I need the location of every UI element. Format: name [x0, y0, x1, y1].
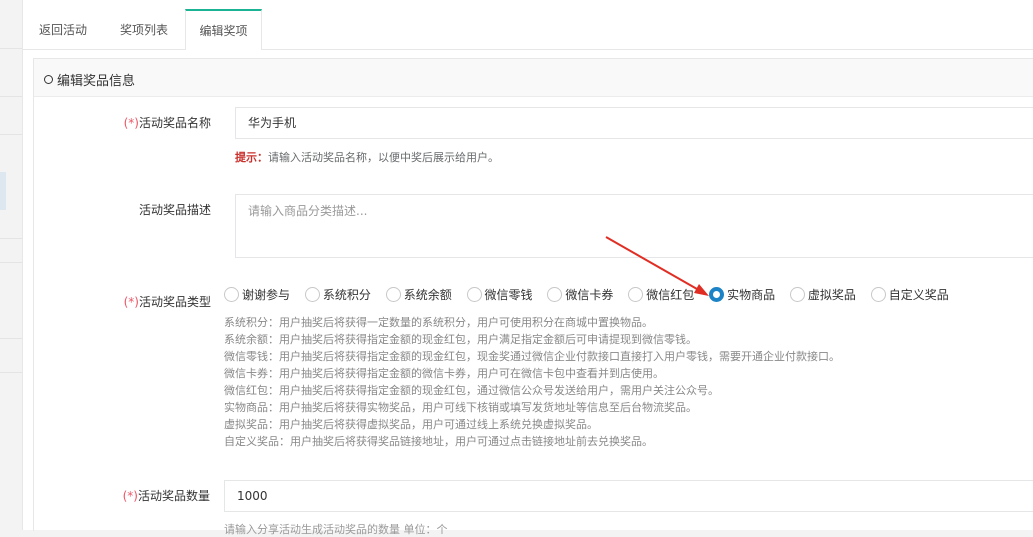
type-description-line: 微信零钱：用户抽奖后将获得指定金额的现金红包，现金奖通过微信企业付款接口直接打入… [224, 350, 840, 363]
prize-description-textarea[interactable]: 请输入商品分类描述... [235, 194, 1033, 258]
radio-icon [628, 287, 644, 302]
radio-icon [224, 287, 239, 302]
prize-name-label: (*)活动奖品名称 [124, 114, 211, 131]
radio-wechat-redpacket[interactable]: 微信红包 [628, 286, 694, 303]
prize-name-input[interactable]: 华为手机 [235, 107, 1033, 139]
tab-prize-list[interactable]: 奖项列表 [103, 9, 185, 49]
type-description-line: 自定义奖品：用户抽奖后将获得奖品链接地址，用户可通过点击链接地址前去兑换奖品。 [224, 435, 653, 448]
type-description-line: 微信红包：用户抽奖后将获得指定金额的现金红包，通过微信公众号发送给用户，需用户关… [224, 384, 719, 397]
sidebar-divider [0, 372, 22, 373]
type-description-line: 实物商品：用户抽奖后将获得实物奖品，用户可线下核销或填写发货地址等信息至后台物流… [224, 401, 697, 414]
sidebar-divider [0, 96, 22, 97]
required-mark: (*) [123, 295, 139, 309]
sidebar-divider [0, 262, 22, 263]
type-description-line: 虚拟奖品：用户抽奖后将获得虚拟奖品，用户可通过线上系统兑换虚拟奖品。 [224, 418, 598, 431]
radio-label: 系统余额 [403, 288, 452, 302]
prize-name-hint: 提示：请输入活动奖品名称，以便中奖后展示给用户。 [235, 149, 499, 165]
prize-name-label-text: 活动奖品名称 [138, 116, 211, 130]
sidebar-divider [0, 134, 22, 135]
tab-bar: 返回活动 奖项列表 编辑奖项 [23, 9, 1033, 50]
description-label-wrap: 活动奖品描述 [34, 201, 211, 217]
radio-icon [385, 287, 401, 302]
sidebar-divider [0, 338, 22, 339]
section-title-text: 编辑奖品信息 [57, 74, 136, 89]
name-label-wrap: (*)活动奖品名称 [34, 114, 211, 130]
radio-label: 实物商品 [727, 288, 776, 302]
prize-type-label-text: 活动奖品类型 [138, 295, 211, 309]
radio-icon [466, 287, 482, 302]
circle-icon [44, 75, 53, 84]
radio-virtual-prize[interactable]: 虚拟奖品 [789, 286, 856, 303]
radio-label: 谢谢参与 [242, 288, 291, 302]
prize-type-descriptions: 系统积分：用户抽奖后将获得一定数量的系统积分，用户可使用积分在商城中置换物品。 … [224, 314, 840, 450]
required-mark: (*) [122, 489, 138, 503]
quantity-label-wrap: (*)活动奖品数量 [33, 487, 210, 503]
radio-wechat-coupon[interactable]: 微信卡券 [547, 286, 613, 303]
prize-type-label: (*)活动奖品类型 [124, 293, 211, 310]
sidebar-divider [0, 48, 22, 49]
radio-label: 系统积分 [322, 288, 371, 302]
radio-icon [870, 287, 886, 302]
type-description-line: 系统积分：用户抽奖后将获得一定数量的系统积分，用户可使用积分在商城中置换物品。 [224, 316, 653, 329]
radio-label: 自定义奖品 [888, 288, 949, 302]
left-sidebar-edge [0, 0, 22, 530]
type-description-line: 微信卡券：用户抽奖后将获得指定金额的微信卡券，用户可在微信卡包中查看并到店使用。 [224, 367, 664, 380]
radio-icon [304, 287, 320, 302]
prize-description-label: 活动奖品描述 [138, 203, 211, 217]
radio-label: 虚拟奖品 [807, 288, 856, 302]
radio-icon [789, 287, 805, 302]
radio-custom-prize[interactable]: 自定义奖品 [870, 286, 949, 303]
radio-label: 微信红包 [646, 288, 695, 302]
prize-quantity-input[interactable]: 1000 [224, 480, 1033, 512]
tab-edit-prize[interactable]: 编辑奖项 [185, 9, 262, 50]
hint-text: 请输入活动奖品名称，以便中奖后展示给用户。 [268, 151, 499, 164]
section-title: 编辑奖品信息 [44, 70, 135, 89]
prize-quantity-hint: 请输入分享活动生成活动奖品的数量 单位：个 [224, 523, 448, 536]
radio-wechat-change[interactable]: 微信零钱 [466, 286, 533, 303]
radio-thanks[interactable]: 谢谢参与 [224, 286, 290, 303]
prize-type-radio-group: 谢谢参与 系统积分 系统余额 微信零钱 微信卡券 微信红包 实物商品 虚拟奖品 … [224, 286, 960, 306]
radio-label: 微信零钱 [484, 288, 533, 302]
radio-system-balance[interactable]: 系统余额 [385, 286, 452, 303]
section-header: 编辑奖品信息 [34, 59, 1033, 97]
required-mark: (*) [123, 116, 139, 130]
sidebar-divider [0, 238, 22, 239]
radio-checked-icon [709, 287, 725, 302]
radio-label: 微信卡券 [565, 288, 614, 302]
main-panel: 返回活动 奖项列表 编辑奖项 编辑奖品信息 (*)活动奖品名称 华为手机 提示：… [22, 0, 1033, 536]
type-description-line: 系统余额：用户抽奖后将获得指定金额的现金红包，用户满足指定金额后可申请提现到微信… [224, 333, 697, 346]
type-label-wrap: (*)活动奖品类型 [34, 293, 211, 309]
prize-quantity-label: (*)活动奖品数量 [123, 487, 210, 504]
radio-system-points[interactable]: 系统积分 [304, 286, 371, 303]
sidebar-active-indicator [0, 172, 6, 210]
prize-quantity-label-text: 活动奖品数量 [137, 489, 210, 503]
hint-key: 提示： [235, 151, 268, 164]
radio-physical-goods[interactable]: 实物商品 [709, 286, 775, 303]
tab-back-to-activity[interactable]: 返回活动 [23, 9, 103, 49]
radio-icon [547, 287, 563, 302]
